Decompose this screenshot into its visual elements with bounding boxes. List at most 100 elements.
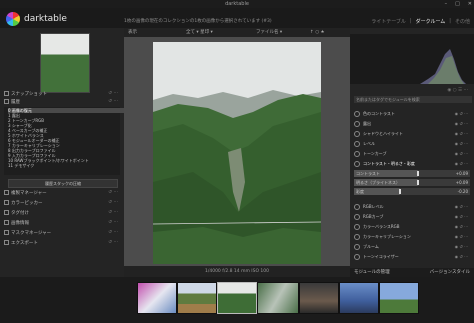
- navigation-thumbnail[interactable]: [40, 33, 90, 93]
- module-label: マスクマネージャー: [11, 231, 52, 236]
- image-info-module[interactable]: 画像情報 ↺ ⋯: [4, 220, 120, 226]
- power-icon[interactable]: [354, 214, 360, 220]
- power-icon[interactable]: [354, 141, 360, 147]
- module-label: タグ付け: [11, 211, 29, 216]
- contrast-slider[interactable]: コントラスト +0.09: [354, 170, 470, 177]
- maximize-button[interactable]: □: [455, 0, 460, 8]
- compress-history-button[interactable]: 履歴スタックの圧縮: [8, 179, 118, 188]
- module-icons[interactable]: ◉ ↺ ⋯: [455, 120, 468, 127]
- view-label: 表示: [128, 30, 137, 35]
- color-picker-module[interactable]: カラーピッカー ↺ ⋯: [4, 200, 120, 206]
- module-label: シャドウとハイライト: [363, 131, 403, 136]
- exif-info-bar: 1/4000 f/2.8 14 mm ISO 100: [124, 266, 350, 277]
- power-icon[interactable]: [354, 151, 360, 157]
- module-contrast-brightness-saturation[interactable]: コントラスト・明るさ・彩度 ◉ ↺ ⋯: [354, 160, 470, 167]
- module-tone-curve[interactable]: トーンカーブ ◉ ↺ ⋯: [354, 150, 470, 157]
- module-exposure[interactable]: 露出 ◉ ↺ ⋯: [354, 120, 470, 127]
- module-manager-button[interactable]: モジュールの管理: [354, 268, 390, 277]
- module-group-icons[interactable]: ◉ ○ ☰ ⋯: [447, 88, 468, 94]
- module-color-contrast[interactable]: 色のコントラスト ◉ ↺ ⋯: [354, 110, 470, 117]
- history-module[interactable]: 履歴 ↺ ⋯: [4, 99, 120, 105]
- window-title: darktable: [225, 1, 249, 7]
- module-icons[interactable]: ◉ ↺ ⋯: [455, 160, 468, 167]
- tagging-module[interactable]: タグ付け ↺ ⋯: [4, 210, 120, 216]
- reset-icon[interactable]: ↺ ⋯: [108, 240, 118, 246]
- module-color-balance-rgb[interactable]: カラーバランスRGB ◉ ↺ ⋯: [354, 223, 470, 230]
- module-label: エクスポート: [11, 241, 38, 246]
- power-icon[interactable]: [354, 224, 360, 230]
- snapshots-module[interactable]: スナップショット ↺ ⋯: [4, 91, 120, 97]
- module-icons[interactable]: ◉ ↺ ⋯: [455, 110, 468, 117]
- module-icons[interactable]: ◉ ↺ ⋯: [455, 203, 468, 210]
- reset-icon[interactable]: ↺ ⋯: [108, 99, 118, 105]
- power-icon[interactable]: [354, 244, 360, 250]
- module-icons[interactable]: ◉ ↺ ⋯: [455, 223, 468, 230]
- module-rgb-levels[interactable]: RGBレベル ◉ ↺ ⋯: [354, 203, 470, 210]
- power-icon[interactable]: [354, 254, 360, 260]
- slider-knob[interactable]: [416, 171, 419, 176]
- mask-manager-module[interactable]: マスクマネージャー ↺ ⋯: [4, 230, 120, 236]
- minimize-button[interactable]: –: [445, 0, 448, 8]
- filmstrip-thumb-blue[interactable]: [339, 282, 379, 314]
- module-groups-bar[interactable]: ◉ ○ ☰ ⋯: [354, 88, 470, 94]
- view-darkroom[interactable]: ダークルーム: [416, 18, 446, 25]
- power-icon[interactable]: [354, 111, 360, 117]
- module-icons[interactable]: ◉ ↺ ⋯: [455, 253, 468, 260]
- expand-icon: [4, 91, 9, 96]
- filmstrip-thumb-field[interactable]: [177, 282, 217, 314]
- power-icon[interactable]: [354, 234, 360, 240]
- histogram[interactable]: [350, 34, 474, 84]
- filmstrip-thumb-selected[interactable]: [217, 282, 257, 314]
- module-rgb-curve[interactable]: RGBカーブ ◉ ↺ ⋯: [354, 213, 470, 220]
- export-module[interactable]: エクスポート ↺ ⋯: [4, 240, 120, 246]
- reset-icon[interactable]: ↺ ⋯: [108, 190, 118, 196]
- darktable-window: darktable – □ ✕ darktable 1枚の画像の現在のコレクショ…: [0, 0, 474, 323]
- module-icons[interactable]: ◉ ↺ ⋯: [455, 233, 468, 240]
- filmstrip-thumb-dark[interactable]: [299, 282, 339, 314]
- module-bloom[interactable]: ブルーム ◉ ↺ ⋯: [354, 243, 470, 250]
- close-button[interactable]: ✕: [468, 0, 472, 8]
- module-label: レベル: [363, 141, 375, 146]
- sort-dropdown[interactable]: ファイル名 ▾: [256, 28, 282, 37]
- brightness-slider[interactable]: 明るさ（ブライトネス） +0.09: [354, 179, 470, 186]
- power-icon[interactable]: [354, 161, 360, 167]
- styles-button[interactable]: バージョンスタイル: [430, 268, 470, 277]
- reset-icon[interactable]: ↺ ⋯: [108, 91, 118, 97]
- reset-icon[interactable]: ↺ ⋯: [108, 200, 118, 206]
- expand-icon: [4, 200, 9, 205]
- module-shadows-highlights[interactable]: シャドウとハイライト ◉ ↺ ⋯: [354, 130, 470, 137]
- sort-icons[interactable]: ↑ ○ ★: [310, 28, 325, 37]
- module-color-calibration[interactable]: カラーキャリブレーション ◉ ↺ ⋯: [354, 233, 470, 240]
- module-icons[interactable]: ◉ ↺ ⋯: [455, 213, 468, 220]
- module-tone-equalizer[interactable]: トーンイコライザー ◉ ↺ ⋯: [354, 253, 470, 260]
- module-search-input[interactable]: 名前またはタグでモジュールを検索: [354, 96, 472, 103]
- module-icons[interactable]: ◉ ↺ ⋯: [455, 150, 468, 157]
- selection-status: 1枚の画像の現在のコレクションの1枚の画像から選択されています (#3): [124, 19, 272, 24]
- reset-icon[interactable]: ↺ ⋯: [108, 210, 118, 216]
- view-other[interactable]: その他: [455, 18, 470, 25]
- module-icons[interactable]: ◉ ↺ ⋯: [455, 243, 468, 250]
- reset-icon[interactable]: ↺ ⋯: [108, 220, 118, 226]
- slider-knob[interactable]: [399, 189, 402, 194]
- view-lighttable[interactable]: ライトテーブル: [371, 18, 406, 25]
- history-item[interactable]: 11 デモザイク: [8, 163, 124, 168]
- right-bottom-bar: モジュールの管理 バージョンスタイル: [350, 268, 474, 277]
- power-icon[interactable]: [354, 121, 360, 127]
- saturation-slider[interactable]: 彩度 -0.20: [354, 188, 470, 195]
- module-icons[interactable]: ◉ ↺ ⋯: [455, 130, 468, 137]
- filmstrip-thumb-waterfall[interactable]: [257, 282, 299, 314]
- duplicate-manager-module[interactable]: 複製マネージャー ↺ ⋯: [4, 190, 120, 196]
- filmstrip-thumb-flowers[interactable]: [137, 282, 177, 314]
- slider-knob[interactable]: [416, 180, 419, 185]
- view-separator: |: [409, 18, 412, 24]
- reset-icon[interactable]: ↺ ⋯: [108, 230, 118, 236]
- main-photo[interactable]: [153, 42, 321, 264]
- module-levels[interactable]: レベル ◉ ↺ ⋯: [354, 140, 470, 147]
- module-label: 複製マネージャー: [11, 191, 47, 196]
- rating-filter[interactable]: 全て ▾ 星印 ▾: [186, 28, 213, 37]
- power-icon[interactable]: [354, 131, 360, 137]
- history-list: 0 画像の復元 1 露出 2 トーンカーブRGB 3 シャープ化 4 ベースカー…: [4, 107, 124, 175]
- module-icons[interactable]: ◉ ↺ ⋯: [455, 140, 468, 147]
- filmstrip-thumb-landscape[interactable]: [379, 282, 419, 314]
- power-icon[interactable]: [354, 204, 360, 210]
